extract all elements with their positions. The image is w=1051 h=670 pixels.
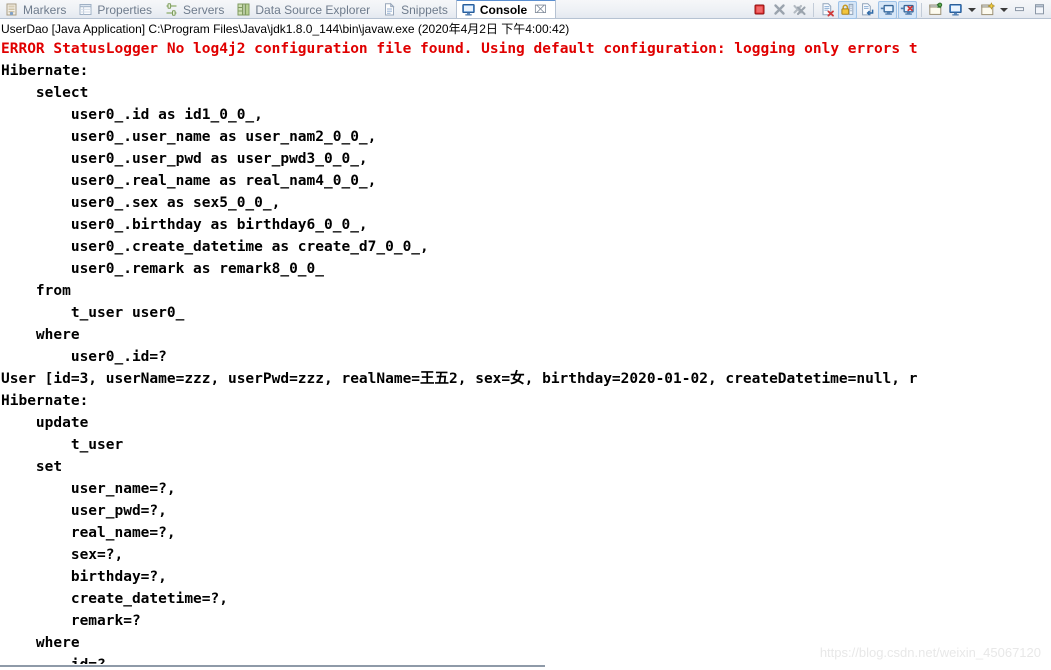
maximize-icon [1032,2,1047,17]
tab-console[interactable]: Console ⌧ [455,0,556,18]
tab-data-source-explorer[interactable]: Data Source Explorer [232,0,378,19]
console-line: where [1,327,80,343]
console-line: from [1,283,71,299]
console-line: sex=?, [1,547,124,563]
console-line: birthday=?, [1,569,167,585]
console-line: User [id=3, userName=zzz, userPwd=zzz, r… [1,371,918,387]
word-wrap-button[interactable] [858,1,877,19]
console-line: user_pwd=?, [1,503,167,519]
scroll-lock-button[interactable] [838,0,857,19]
console-line: user0_.birthday as birthday6_0_0_, [1,217,368,233]
gray-x-icon [772,2,787,17]
tab-servers[interactable]: Servers [160,0,232,19]
tab-servers-label: Servers [183,2,225,17]
console-line: user0_.sex as sex5_0_0_, [1,195,281,211]
console-line: ERROR StatusLogger No log4j2 configurati… [1,41,918,57]
display-selected-console-button[interactable] [946,1,965,19]
minimize-icon [1012,2,1027,17]
toolbar-separator-2 [921,2,922,17]
console-toolbar [750,0,1051,19]
tab-properties-label: Properties [97,2,153,17]
minimize-button[interactable] [1010,1,1029,19]
console-line: user0_.user_pwd as user_pwd3_0_0_, [1,151,368,167]
horizontal-scrollbar-thumb[interactable] [0,665,545,667]
maximize-button[interactable] [1030,1,1049,19]
display-console-icon [948,2,963,17]
pin-console-button[interactable] [926,1,945,19]
console-line: user0_.real_name as real_nam4_0_0_, [1,173,377,189]
terminate-button[interactable] [750,1,769,19]
chevron-down-icon [967,7,976,12]
console-icon [461,2,476,17]
remove-launch-button[interactable] [770,1,789,19]
open-console-button[interactable] [978,1,997,19]
tab-snippets-label: Snippets [401,2,448,17]
console-line: remark=? [1,613,150,629]
clear-console-icon [820,2,835,17]
console-line: user0_.id=? [1,349,167,365]
markers-icon [4,2,19,17]
show-console-on-output-button[interactable] [878,0,897,19]
process-description: UserDao [Java Application] C:\Program Fi… [1,22,570,36]
console-line: set [1,459,63,475]
snippets-icon [382,2,397,17]
clear-console-button[interactable] [818,1,837,19]
console-line: user0_.create_datetime as create_d7_0_0_… [1,239,429,255]
tab-data-source-explorer-label: Data Source Explorer [255,2,371,17]
show-console-standard-icon [880,2,895,17]
gray-double-x-icon [792,2,807,17]
pin-icon [928,2,943,17]
console-line: user0_.id as id1_0_0_, [1,107,263,123]
console-output[interactable]: ERROR StatusLogger No log4j2 configurati… [0,38,1051,664]
show-console-on-error-button[interactable] [898,0,917,19]
tab-properties[interactable]: Properties [74,0,160,19]
open-console-dropdown[interactable] [998,1,1009,19]
tab-markers-label: Markers [23,2,67,17]
chevron-down-icon [999,7,1008,12]
console-line: t_user [1,437,132,453]
toolbar-separator-1 [813,2,814,17]
console-line: select [1,85,89,101]
console-line: Hibernate: [1,63,98,79]
console-line: create_datetime=?, [1,591,228,607]
console-line: Hibernate: [1,393,98,409]
stop-square-icon [752,2,767,17]
remove-all-terminated-button[interactable] [790,1,809,19]
lock-icon [840,2,855,17]
display-selected-console-dropdown[interactable] [966,1,977,19]
servers-icon [164,2,179,17]
eclipse-console-view: Markers Properties Servers Data Source E… [0,0,1051,670]
console-line-list: ERROR StatusLogger No log4j2 configurati… [0,38,1051,664]
console-line: user0_.user_name as user_nam2_0_0_, [1,129,377,145]
tab-snippets[interactable]: Snippets [378,0,456,19]
properties-icon [78,2,93,17]
word-wrap-icon [860,2,875,17]
data-source-explorer-icon [236,2,251,17]
console-line: update [1,415,89,431]
show-console-error-icon [900,2,915,17]
watermark: https://blog.csdn.net/weixin_45067120 [819,645,1041,660]
close-icon[interactable]: ⌧ [534,3,547,16]
console-line: user0_.remark as remark8_0_0_ [1,261,333,277]
view-tabs: Markers Properties Servers Data Source E… [0,0,556,19]
view-tab-bar: Markers Properties Servers Data Source E… [0,0,1051,19]
new-console-icon [980,2,995,17]
console-line: real_name=?, [1,525,176,541]
console-line: user_name=?, [1,481,176,497]
tab-markers[interactable]: Markers [0,0,74,19]
console-line: t_user user0_ [1,305,194,321]
tab-console-label: Console [479,2,528,17]
horizontal-scrollbar[interactable] [0,665,1051,670]
